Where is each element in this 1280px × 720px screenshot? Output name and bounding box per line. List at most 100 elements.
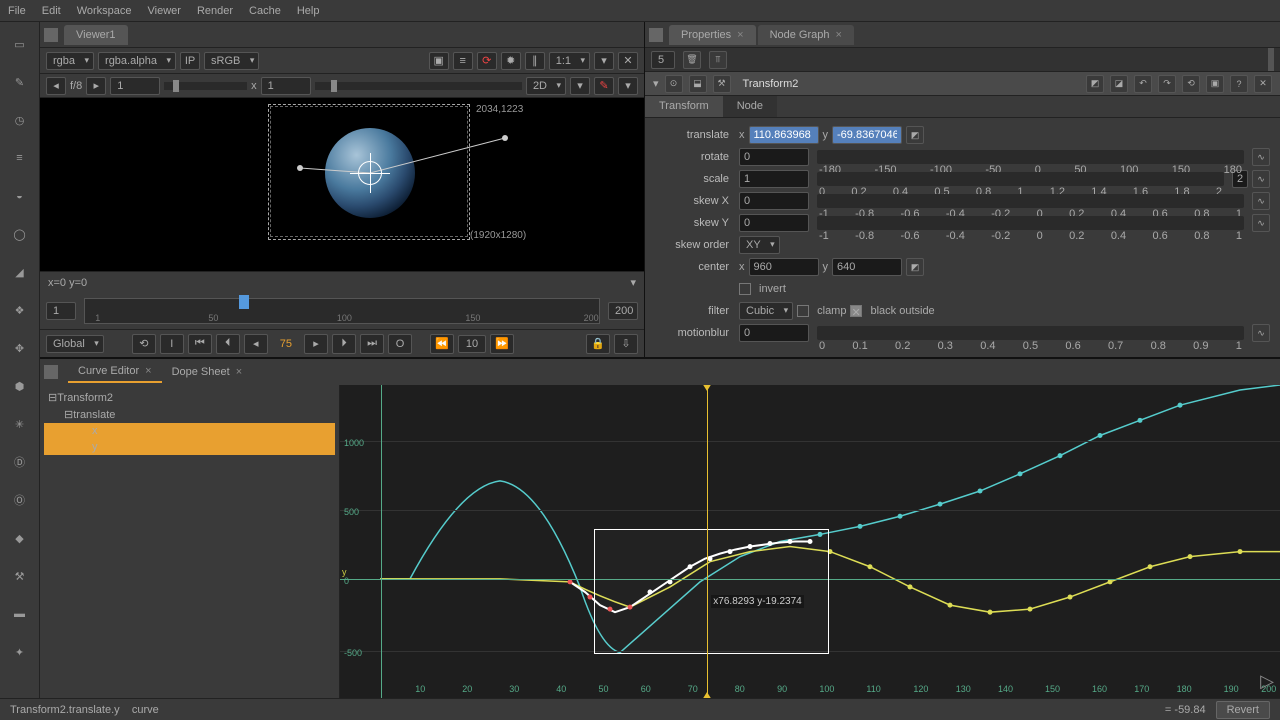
tool-pen-icon[interactable]: ✎	[10, 72, 30, 92]
step-back-icon[interactable]: ◂	[244, 334, 268, 354]
translate-x-input[interactable]	[749, 126, 819, 144]
playback-mode[interactable]: Global	[46, 335, 104, 353]
menu-file[interactable]: File	[8, 5, 26, 17]
timeline[interactable]: 1 1 50 100 150 200 200	[40, 293, 644, 329]
lock-icon[interactable]: 🔒	[586, 334, 610, 354]
menu-edit[interactable]: Edit	[42, 5, 61, 17]
play-icon[interactable]: ▸	[304, 334, 328, 354]
help-icon[interactable]: ?	[1230, 75, 1248, 93]
pause-icon[interactable]: ∥	[525, 52, 545, 70]
wipe-icon[interactable]: ▣	[429, 52, 449, 70]
scale-slider[interactable]: 00.20.40.50.811.21.41.61.82	[817, 172, 1224, 186]
close-icon[interactable]: ×	[836, 29, 842, 41]
menu-help[interactable]: Help	[297, 5, 320, 17]
dope-sheet-tab[interactable]: Dope Sheet×	[162, 362, 253, 382]
clear-icon[interactable]: 🗑	[683, 51, 701, 69]
tree-node-x[interactable]: x	[44, 423, 335, 439]
lut-dropdown[interactable]: sRGB	[204, 52, 259, 70]
nodegraph-tab[interactable]: Node Graph×	[758, 25, 854, 45]
tool-d-icon[interactable]: Ⓓ	[10, 452, 30, 472]
y-input[interactable]: 1	[261, 77, 311, 95]
motionblur-slider[interactable]: 00.10.20.30.40.50.60.70.80.91	[817, 326, 1244, 340]
black-checkbox[interactable]: ✕	[850, 305, 862, 317]
more-icon[interactable]: ▾	[618, 77, 638, 95]
anim-icon[interactable]: ⬓	[689, 75, 707, 93]
list-icon[interactable]: ≡	[453, 52, 473, 70]
revert-icon[interactable]: ⟲	[1182, 75, 1200, 93]
center-icon[interactable]: ⊙	[665, 75, 683, 93]
collapse-icon[interactable]: ▾	[653, 77, 659, 90]
tool-tag-icon[interactable]: ◆	[10, 528, 30, 548]
close-icon[interactable]: ×	[737, 29, 743, 41]
filter-dropdown[interactable]: Cubic	[739, 302, 793, 320]
timeline-track[interactable]: 1 50 100 150 200	[84, 298, 600, 324]
close-icon[interactable]: ×	[145, 365, 151, 377]
tree-node-transform[interactable]: ⊟ Transform2	[44, 389, 335, 406]
options-icon[interactable]: ▾	[570, 77, 590, 95]
skewx-input[interactable]	[739, 192, 809, 210]
export-icon[interactable]: ⇩	[614, 334, 638, 354]
tool-layers-icon[interactable]: ❖	[10, 300, 30, 320]
panel-handle-icon[interactable]	[44, 365, 58, 379]
ip-button[interactable]: IP	[180, 52, 200, 70]
tool-key-icon[interactable]: ◢	[10, 262, 30, 282]
alpha-dropdown[interactable]: rgba.alpha	[98, 52, 176, 70]
tool-time-icon[interactable]: ◷	[10, 110, 30, 130]
undo-icon[interactable]: ↶	[1134, 75, 1152, 93]
anim-toggle-icon[interactable]: ◩	[906, 126, 924, 144]
close-icon[interactable]: ✕	[618, 52, 638, 70]
invert-checkbox[interactable]	[739, 283, 751, 295]
tool-misc-icon[interactable]: ✦	[10, 642, 30, 662]
next-icon[interactable]: ▸	[86, 77, 106, 95]
tree-node-translate[interactable]: ⊟ translate	[44, 406, 335, 423]
transform-subtab[interactable]: Transform	[645, 96, 723, 117]
in-point-icon[interactable]: I	[160, 334, 184, 354]
tool-chart-icon[interactable]: ◒	[10, 186, 30, 206]
first-frame-icon[interactable]: ⏮	[188, 334, 212, 354]
anim-toggle-icon[interactable]: ∿	[1252, 192, 1270, 210]
skip-back-icon[interactable]: ⏪	[430, 334, 454, 354]
fstop-input[interactable]: 1	[110, 77, 160, 95]
gear-icon[interactable]: ✹	[501, 52, 521, 70]
wrench-icon[interactable]: ⚒	[713, 75, 731, 93]
tool-3d-icon[interactable]: ⬢	[10, 376, 30, 396]
clamp-checkbox[interactable]	[797, 305, 809, 317]
current-frame[interactable]: 75	[272, 338, 300, 350]
curve-graph[interactable]: 1000 500 0 -500 y 10 20 30 40 50 60 70 8…	[340, 385, 1280, 698]
motionblur-input[interactable]	[739, 324, 809, 342]
prop-count[interactable]: 5	[651, 51, 675, 69]
viewport[interactable]: 2034,1223 (1920x1280)	[40, 98, 644, 271]
lock-props-icon[interactable]: ⫪	[709, 51, 727, 69]
refresh-icon[interactable]: ⟳	[477, 52, 497, 70]
anim-toggle-icon[interactable]: ∿	[1252, 214, 1270, 232]
anim-toggle-icon[interactable]: ∿	[1252, 148, 1270, 166]
close-icon[interactable]: ×	[236, 366, 242, 378]
timeline-cursor[interactable]	[239, 295, 249, 309]
selection-box[interactable]	[594, 529, 829, 654]
tool-wrench-icon[interactable]: ⚒	[10, 566, 30, 586]
tree-node-y[interactable]: y	[44, 439, 335, 455]
step-fwd-icon[interactable]: ⏵	[332, 334, 356, 354]
tool-lines-icon[interactable]: ≡	[10, 148, 30, 168]
tool-image-icon[interactable]: ▭	[10, 34, 30, 54]
curve-tree[interactable]: ⊟ Transform2 ⊟ translate x y	[40, 385, 340, 698]
skeworder-dropdown[interactable]: XY	[739, 236, 780, 254]
viewer-tab[interactable]: Viewer1	[64, 25, 128, 45]
skewy-input[interactable]	[739, 214, 809, 232]
panel-handle-icon[interactable]	[649, 28, 663, 42]
skip-fwd-icon[interactable]: ⏩	[490, 334, 514, 354]
tool-particle-icon[interactable]: ✳	[10, 414, 30, 434]
panel-handle-icon[interactable]	[44, 28, 58, 42]
menu-render[interactable]: Render	[197, 5, 233, 17]
node-subtab[interactable]: Node	[723, 96, 777, 117]
chevron-down-icon[interactable]: ▾	[594, 52, 614, 70]
redo-icon[interactable]: ↷	[1158, 75, 1176, 93]
step-size[interactable]: 10	[458, 335, 486, 353]
scrollbar[interactable]	[1268, 48, 1274, 71]
tool-move-icon[interactable]: ✥	[10, 338, 30, 358]
pencil-icon[interactable]: ✎	[594, 77, 614, 95]
last-frame-icon[interactable]: ⏭	[360, 334, 384, 354]
timeline-start[interactable]: 1	[46, 302, 76, 320]
tool-folder-icon[interactable]: ▬	[10, 604, 30, 624]
center-y-input[interactable]	[832, 258, 902, 276]
